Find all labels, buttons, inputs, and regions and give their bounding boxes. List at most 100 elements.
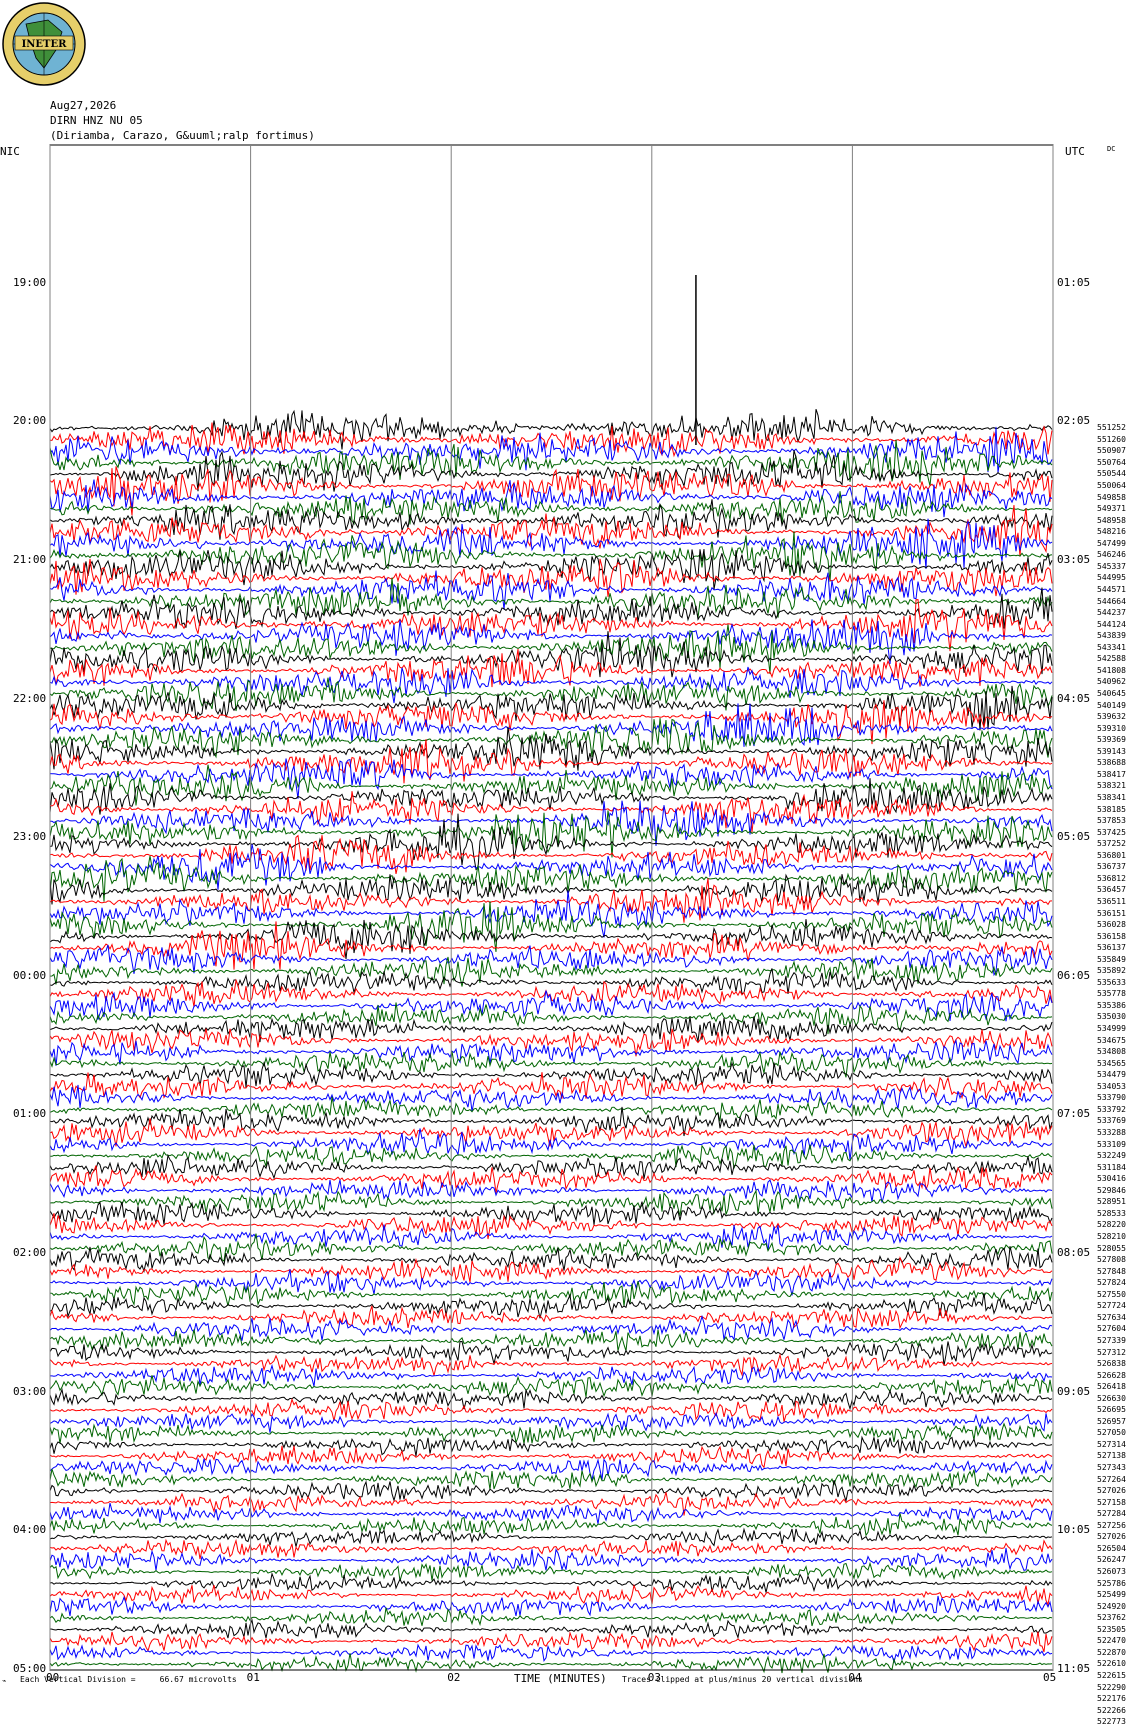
dc-offset-label: 534479 [1097,1070,1126,1080]
dc-offset-label: 522615 [1097,1671,1126,1680]
dc-offset-label: 527808 [1097,1255,1126,1265]
dc-offset-label: 538185 [1097,804,1126,814]
dc-offset-label: 545337 [1097,561,1126,571]
dc-offset-label: 535892 [1097,966,1126,976]
trace-115 [49,1468,1053,1490]
dc-offset-label: 527314 [1097,1439,1126,1449]
dc-offset-label: 527604 [1097,1324,1126,1334]
dc-offset-label: 536457 [1097,885,1126,895]
dc-offset-label: 544571 [1097,585,1126,594]
right-time-label: 02:05 [1057,414,1091,428]
right-time-label: 04:05 [1057,691,1091,705]
right-time-label: 08:05 [1057,1246,1091,1260]
trace-94 [49,1224,1053,1251]
dc-offset-label: 538321 [1097,781,1126,791]
left-time-label: 19:00 [13,275,47,289]
dc-offset-label: 546246 [1097,550,1126,560]
dc-offset-label: 536511 [1097,896,1126,906]
x-tick-02: 02 [447,1671,461,1684]
dc-offset-label: 529846 [1097,1185,1126,1195]
trace-92 [49,1201,1053,1225]
trace-108 [49,1387,1053,1411]
trace-121 [49,1538,1053,1560]
dc-offset-label: 549371 [1097,504,1126,514]
dc-offset-label: 538341 [1097,792,1126,802]
corner-mark: ⌁ [2,1677,7,1685]
dc-offset-label: 526073 [1097,1567,1126,1577]
left-time-label: 22:00 [13,691,47,705]
dc-offset-label: 551260 [1097,434,1126,444]
dc-offset-label: 541808 [1097,665,1126,675]
dc-offset-label: 536151 [1097,908,1126,918]
dc-offset-label: 527312 [1097,1347,1126,1357]
dc-offset-label: 544124 [1097,619,1126,629]
dc-offset-label: 526957 [1097,1416,1126,1426]
right-time-label: 09:05 [1057,1384,1091,1398]
left-time-label: 21:00 [13,552,47,566]
trace-76 [49,1016,1053,1043]
trace-124 [49,1571,1053,1593]
dc-offset-label: 533792 [1097,1104,1126,1114]
dc-offset-label: 527848 [1097,1266,1126,1276]
trace-65 [49,878,1053,923]
dc-offset-label: 527158 [1097,1497,1126,1507]
dc-offset-label: 550907 [1097,446,1126,456]
dc-offset-label: 526418 [1097,1382,1126,1392]
dc-offset-label: 527138 [1097,1451,1126,1461]
dc-offset-label: 534675 [1097,1035,1126,1045]
trace-24 [49,408,1053,450]
dc-offset-label: 527343 [1097,1463,1126,1473]
dc-offset-label: 543839 [1097,631,1126,641]
left-time-label: 04:00 [13,1523,47,1537]
dc-offset-label: 547499 [1097,538,1126,548]
dc-offset-label: 548216 [1097,527,1126,537]
trace-130 [49,1643,1053,1664]
trace-105 [49,1353,1053,1377]
trace-93 [49,1213,1053,1240]
right-time-label: 10:05 [1057,1523,1091,1537]
dc-offset-label: 526504 [1097,1543,1126,1553]
dc-offset-label: 531184 [1097,1162,1126,1172]
right-time-label: 03:05 [1057,552,1091,566]
dc-offset-label: 542588 [1097,654,1126,664]
dc-offset-label: 533769 [1097,1116,1126,1126]
dc-offset-label: 527050 [1097,1428,1126,1438]
dc-offset-label: 522773 [1097,1717,1126,1727]
dc-offset-label: 527724 [1097,1301,1126,1311]
dc-offset-label: 536737 [1097,862,1126,872]
trace-112 [49,1435,1053,1457]
x-tick-01: 01 [246,1671,260,1684]
dc-offset-label: 528210 [1097,1231,1126,1241]
trace-layer [49,275,1053,1674]
dc-offset-label: 528220 [1097,1220,1126,1230]
dc-offset-label: 524920 [1097,1601,1126,1611]
dc-offset-label: 536158 [1097,931,1126,941]
left-time-label: 23:00 [13,830,47,844]
dc-offset-label: 528951 [1097,1197,1126,1207]
trace-49 [49,700,1053,745]
dc-offset-label: 534565 [1097,1058,1126,1068]
trace-104 [49,1340,1053,1366]
dc-offset-label: 549858 [1097,492,1126,502]
dc-offset-label: 544664 [1097,596,1126,606]
dc-offset-label: 537853 [1097,816,1126,826]
dc-offset-label: 539310 [1097,723,1126,733]
dc-offset-label: 527550 [1097,1289,1126,1299]
dc-offset-label: 538417 [1097,769,1126,779]
dc-offset-label: 527634 [1097,1312,1126,1322]
trace-51 [49,718,1053,759]
dc-offset-label: 523505 [1097,1624,1126,1634]
trace-126 [49,1595,1053,1617]
dc-offset-label: 533790 [1097,1093,1126,1103]
trace-57 [49,791,1053,833]
left-time-label: 20:00 [13,414,47,428]
trace-129 [49,1630,1053,1653]
left-time-label: 05:00 [13,1662,47,1675]
dc-offset-label: 550764 [1097,457,1126,467]
trace-97 [49,1256,1053,1283]
dc-offset-label: 536812 [1097,873,1126,883]
division-note: Each Vertical Division = 66.67 microvolt… [20,1675,237,1684]
dc-offset-label: 536801 [1097,850,1126,860]
dc-offset-label: 540962 [1097,677,1126,687]
dc-offset-label: 528533 [1097,1208,1126,1218]
